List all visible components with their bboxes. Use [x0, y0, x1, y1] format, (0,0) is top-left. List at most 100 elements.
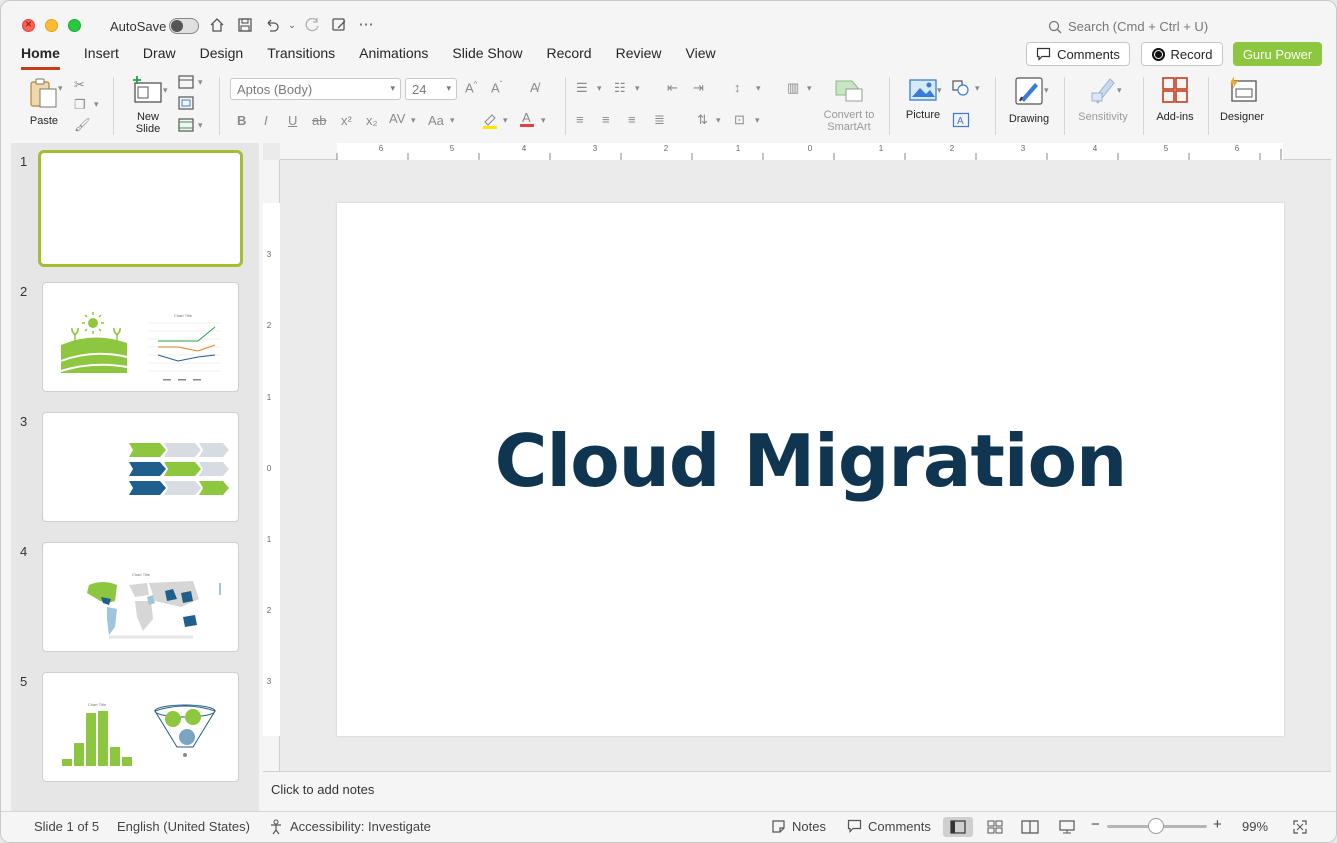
shapes-icon[interactable] — [952, 80, 970, 99]
layout-dropdown-icon[interactable]: ▾ — [198, 77, 203, 88]
align-text-dropdown-icon[interactable]: ▾ — [755, 115, 760, 126]
highlight-dropdown-icon[interactable]: ▾ — [503, 115, 508, 126]
copy-icon[interactable]: ❐ — [74, 97, 86, 113]
tab-animations[interactable]: Animations — [359, 45, 428, 70]
increase-indent-icon[interactable]: ⇥ — [693, 80, 704, 96]
copy-dropdown-icon[interactable]: ▾ — [94, 99, 99, 110]
slide-thumbnail-4[interactable]: Chart Title — [42, 542, 239, 652]
slide-thumbnail-3[interactable] — [42, 412, 239, 522]
new-slide-dropdown-icon[interactable]: ▾ — [163, 85, 168, 96]
search-box[interactable]: Search (Cmd + Ctrl + U) — [1048, 19, 1208, 34]
cut-icon[interactable]: ✂ — [74, 77, 85, 93]
close-window-button[interactable] — [22, 17, 35, 32]
align-center-icon[interactable]: ≡ — [602, 112, 610, 127]
slide-thumbnail-1[interactable] — [38, 150, 243, 267]
text-direction-icon[interactable]: ⇅ — [697, 112, 708, 128]
slide-thumbnail-5[interactable]: Chart Title — [42, 672, 239, 782]
language[interactable]: English (United States) — [117, 819, 250, 834]
line-spacing-dropdown-icon[interactable]: ▾ — [756, 83, 761, 94]
save-icon[interactable] — [236, 16, 254, 34]
clear-formatting-icon[interactable]: A̸ — [530, 80, 539, 95]
designer-button[interactable]: Designer — [1216, 75, 1268, 123]
zoom-in-icon[interactable]: + — [1213, 816, 1222, 833]
maximize-window-button[interactable] — [68, 19, 81, 32]
slide-show-button[interactable] — [1052, 817, 1082, 837]
numbering-icon[interactable]: ☷ — [614, 80, 626, 96]
text-direction-dropdown-icon[interactable]: ▾ — [716, 115, 721, 126]
font-color-dropdown-icon[interactable]: ▾ — [541, 115, 546, 126]
tab-view[interactable]: View — [686, 45, 716, 70]
home-icon[interactable] — [208, 16, 226, 34]
picture-button[interactable]: Picture — [900, 77, 946, 121]
guru-power-button[interactable]: Guru Power — [1233, 42, 1322, 66]
sensitivity-dropdown-icon[interactable]: ▾ — [1117, 85, 1122, 96]
decrease-font-icon[interactable]: Aˇ — [491, 80, 502, 95]
columns-icon[interactable]: ▥ — [787, 80, 799, 96]
notes-button[interactable]: Notes — [771, 819, 826, 834]
align-left-icon[interactable]: ≡ — [576, 112, 584, 127]
picture-dropdown-icon[interactable]: ▾ — [937, 85, 942, 96]
sensitivity-button[interactable]: Sensitivity — [1073, 75, 1133, 123]
font-name-select[interactable]: Aptos (Body) ▾ — [230, 78, 401, 100]
change-case-dropdown-icon[interactable]: ▾ — [450, 115, 455, 126]
zoom-level[interactable]: 99% — [1242, 819, 1268, 834]
notes-pane[interactable]: Click to add notes — [263, 771, 1331, 811]
numbering-dropdown-icon[interactable]: ▾ — [635, 83, 640, 94]
align-text-icon[interactable]: ⊡ — [734, 112, 745, 128]
status-comments-button[interactable]: Comments — [847, 819, 931, 834]
shapes-dropdown-icon[interactable]: ▾ — [975, 83, 980, 94]
bold-icon[interactable]: B — [237, 113, 246, 128]
zoom-out-icon[interactable]: − — [1091, 816, 1100, 833]
tab-record[interactable]: Record — [546, 45, 591, 70]
bullets-dropdown-icon[interactable]: ▾ — [597, 83, 602, 94]
normal-view-button[interactable] — [943, 817, 973, 837]
autosave-toggle[interactable] — [169, 18, 199, 34]
decrease-indent-icon[interactable]: ⇤ — [667, 80, 678, 96]
zoom-slider-handle[interactable] — [1148, 818, 1164, 834]
reading-view-button[interactable] — [1015, 817, 1045, 837]
slide-sorter-button[interactable] — [980, 817, 1010, 837]
comments-button[interactable]: Comments — [1026, 42, 1130, 66]
layout-icon[interactable] — [178, 75, 194, 92]
accessibility-checker[interactable]: Accessibility: Investigate — [269, 819, 431, 835]
record-button[interactable]: Record — [1141, 42, 1223, 66]
undo-icon[interactable] — [263, 16, 281, 34]
reset-slide-icon[interactable] — [178, 96, 194, 113]
more-icon[interactable]: ⋯ — [357, 16, 375, 34]
character-spacing-icon[interactable]: AV — [389, 111, 405, 126]
add-ins-button[interactable]: Add-ins — [1152, 75, 1198, 123]
fit-to-window-icon[interactable] — [1292, 819, 1308, 838]
align-right-icon[interactable]: ≡ — [628, 112, 636, 127]
tab-design[interactable]: Design — [200, 45, 244, 70]
paste-dropdown-icon[interactable]: ▾ — [58, 83, 63, 94]
columns-dropdown-icon[interactable]: ▾ — [807, 83, 812, 94]
drawing-dropdown-icon[interactable]: ▾ — [1044, 85, 1049, 96]
convert-smartart-button[interactable]: Convert to SmartArt — [820, 77, 878, 133]
text-box-icon[interactable]: A — [952, 112, 970, 131]
section-icon[interactable] — [178, 118, 194, 135]
line-spacing-icon[interactable]: ↕ — [734, 80, 741, 95]
format-painter-icon[interactable]: 🖌 — [74, 117, 91, 133]
tab-transitions[interactable]: Transitions — [267, 45, 335, 70]
redo-icon[interactable] — [303, 16, 321, 34]
subscript-icon[interactable]: x₂ — [366, 113, 378, 128]
increase-font-icon[interactable]: A^ — [465, 80, 477, 95]
highlight-icon[interactable] — [481, 111, 499, 132]
tab-insert[interactable]: Insert — [84, 45, 119, 70]
minimize-window-button[interactable] — [45, 19, 58, 32]
superscript-icon[interactable]: x² — [341, 113, 352, 128]
slide-title[interactable]: Cloud Migration — [337, 419, 1284, 503]
drawing-button[interactable]: Drawing — [1006, 75, 1052, 125]
character-spacing-dropdown-icon[interactable]: ▾ — [411, 115, 416, 126]
slide-thumbnail-panel[interactable]: 1 2 Chart Title 3 4 Chart Title 5 Chart … — [11, 143, 259, 811]
section-dropdown-icon[interactable]: ▾ — [198, 120, 203, 131]
font-size-select[interactable]: 24 ▾ — [405, 78, 457, 100]
italic-icon[interactable]: I — [264, 113, 268, 128]
new-slide-button[interactable]: New Slide — [127, 75, 169, 135]
tab-slide-show[interactable]: Slide Show — [452, 45, 522, 70]
strikethrough-icon[interactable]: ab — [312, 113, 326, 128]
tab-review[interactable]: Review — [616, 45, 662, 70]
justify-icon[interactable]: ≣ — [654, 112, 665, 128]
tab-home[interactable]: Home — [21, 45, 60, 70]
slide-thumbnail-2[interactable]: Chart Title — [42, 282, 239, 392]
